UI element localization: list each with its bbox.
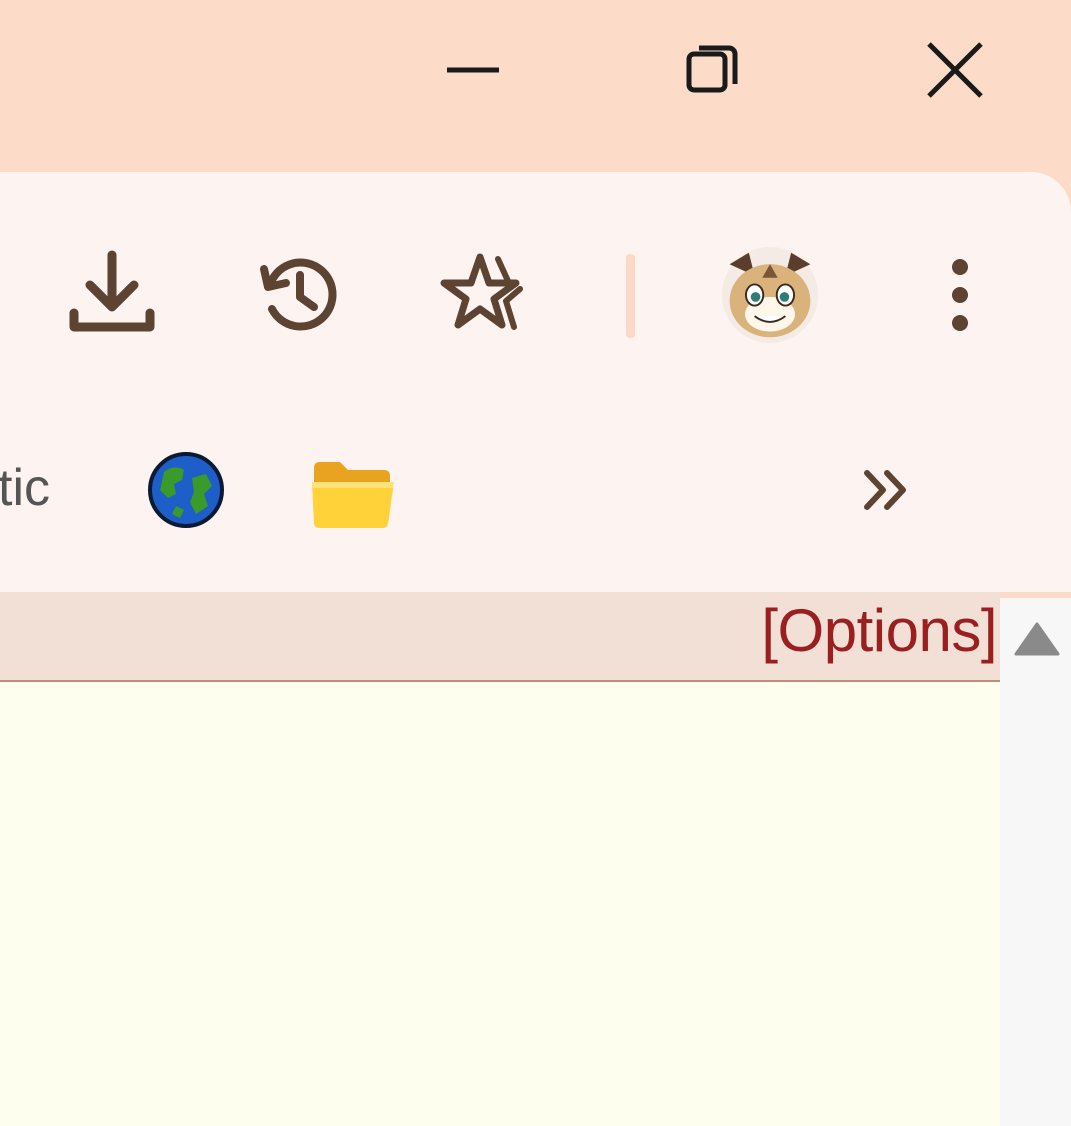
globe-icon: [148, 452, 224, 528]
favorites-button[interactable]: [438, 245, 538, 345]
chevron-double-right-icon: [864, 470, 906, 510]
folder-icon: [312, 462, 394, 528]
bookmark-item-partial-label[interactable]: tic: [0, 458, 50, 518]
close-button[interactable]: [905, 20, 1005, 120]
scroll-up-arrow-icon[interactable]: [1012, 620, 1062, 660]
toolbar-separator: [626, 254, 635, 338]
minimize-button[interactable]: [423, 20, 523, 120]
window-titlebar: [0, 0, 1071, 172]
download-icon: [69, 250, 155, 332]
minimize-icon: [447, 67, 499, 73]
history-icon: [260, 258, 337, 331]
vertical-scrollbar[interactable]: [1000, 598, 1071, 1126]
history-button[interactable]: [250, 245, 350, 345]
page-content: [0, 682, 1000, 1126]
restore-button[interactable]: [663, 20, 763, 120]
avatar-icon: [721, 246, 819, 344]
bookmarks-overflow-button[interactable]: [850, 455, 920, 525]
more-menu-button[interactable]: [910, 245, 1010, 345]
profile-avatar[interactable]: [720, 245, 820, 345]
downloads-button[interactable]: [62, 245, 162, 345]
options-link[interactable]: [Options]: [761, 596, 997, 665]
favorites-icon: [440, 253, 523, 330]
bookmark-folder[interactable]: [310, 458, 396, 530]
more-vertical-icon: [952, 259, 968, 331]
restore-icon: [686, 45, 738, 93]
close-icon: [927, 42, 983, 98]
bookmark-globe[interactable]: [146, 450, 226, 530]
page-header-bar: [Options]: [0, 592, 1000, 682]
